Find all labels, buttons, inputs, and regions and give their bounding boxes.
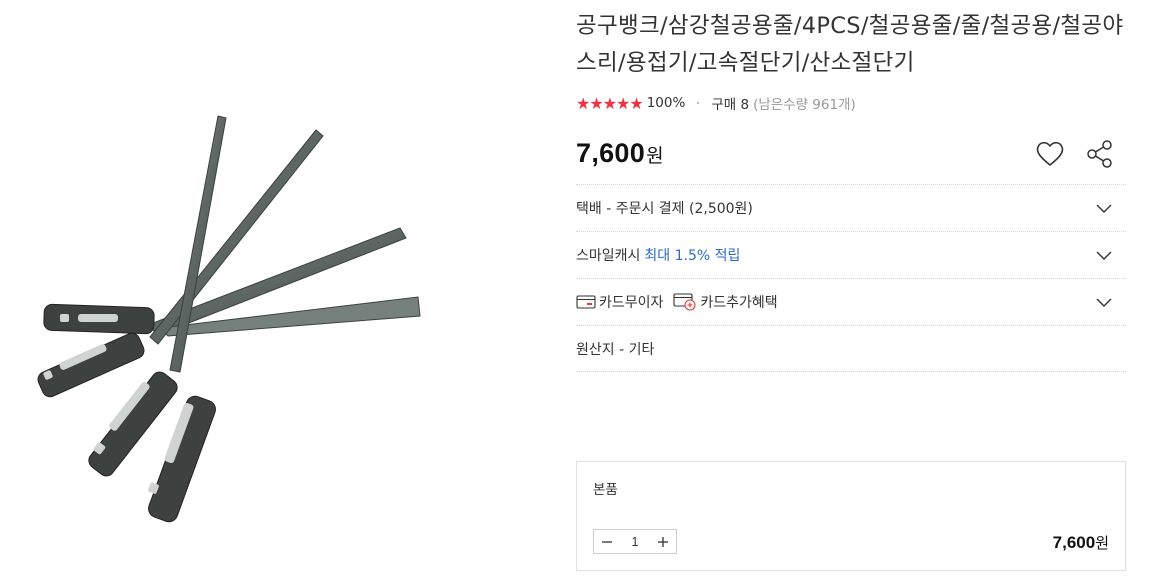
card-plus-icon [673,293,696,311]
chevron-down-icon[interactable] [1096,294,1112,310]
quantity-stepper[interactable]: 1 [593,529,677,554]
smilecash-label: 스마일캐시 [576,248,641,264]
share-icon [1087,140,1112,168]
shipping-row[interactable]: 택배 - 주문시 결제 (2,500원) [576,184,1126,231]
option-label: 본품 [593,482,618,498]
heart-icon [1036,141,1064,166]
smilecash-row[interactable]: 스마일캐시 최대 1.5% 적립 [576,231,1126,278]
chevron-down-icon[interactable] [1096,200,1112,216]
plus-icon [658,536,668,547]
option-price: 7,600원 [1053,532,1109,553]
product-info: 공구뱅크/삼강철공용줄/4PCS/철공용줄/줄/철공용/철공야스리/용접기/고속… [576,0,1126,372]
metal-files-illustration [37,115,421,523]
shipping-text: 택배 - 주문시 결제 (2,500원) [576,201,753,217]
selected-option: 본품 1 7,600원 [576,461,1126,571]
card-interest-free-label: 카드무이자 [599,295,664,311]
share-button[interactable] [1084,138,1116,170]
price-unit: 원 [646,146,664,167]
product-image [0,0,560,583]
card-benefit-label: 카드추가혜택 [700,295,778,311]
stock-remaining: (남은수량 961개) [753,97,856,113]
chevron-down-icon[interactable] [1096,247,1112,263]
smilecash-highlight: 최대 1.5% 적립 [644,248,741,264]
price: 7,600원 [576,138,664,169]
increase-button[interactable] [650,530,676,553]
option-price-unit: 원 [1095,535,1109,552]
option-price-value: 7,600 [1052,533,1096,552]
rating-percent[interactable]: 100% [647,95,686,111]
purchase-count: 구매 8 [711,97,750,113]
price-value: 7,600 [576,138,646,168]
separator [697,102,700,104]
origin-row: 원산지 - 기타 [576,325,1126,372]
wishlist-button[interactable] [1034,138,1066,170]
rating-row: ★★★★★ 100% 구매 8 (남은수량 961개) [576,92,1126,114]
rating-stars-icon[interactable]: ★★★★★ [576,94,644,113]
card-benefit[interactable]: 카드추가혜택 [673,292,778,312]
card-benefits-row[interactable]: 카드무이자 카드추가혜택 [576,278,1126,325]
product-title: 공구뱅크/삼강철공용줄/4PCS/철공용줄/줄/철공용/철공야스리/용접기/고속… [576,13,1124,76]
decrease-button[interactable] [594,530,620,553]
card-interest-free[interactable]: 카드무이자 [576,292,663,312]
minus-icon [602,540,612,543]
card-icon [576,295,596,309]
origin-text: 원산지 - 기타 [576,341,655,358]
price-row: 7,600원 [576,134,1126,182]
quantity-value[interactable]: 1 [620,535,650,549]
info-sections: 택배 - 주문시 결제 (2,500원) 스마일캐시 최대 1.5% 적립 카드… [576,184,1126,372]
